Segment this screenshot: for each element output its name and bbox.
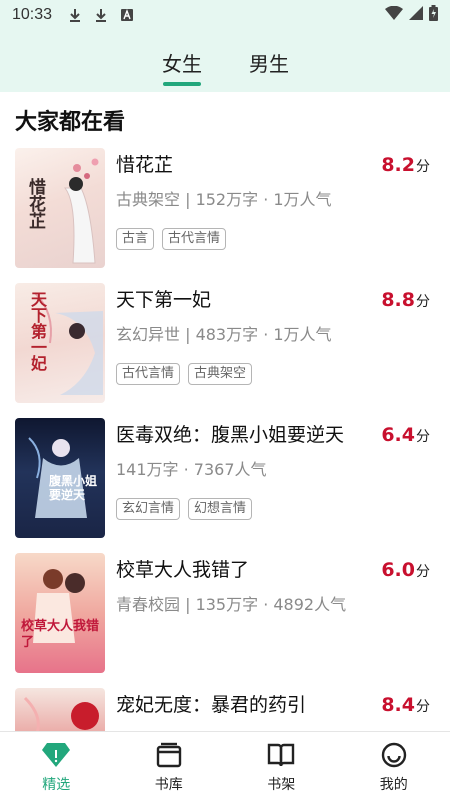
- book-cover: 校草大人我错了: [15, 553, 105, 673]
- book-item[interactable]: 惜花芷 惜花芷 古典架空 | 152万字 · 1万人气 古言 古代言情 8.2分: [0, 148, 450, 276]
- nav-bookshelf[interactable]: 书架: [225, 732, 338, 800]
- book-tag[interactable]: 玄幻言情: [116, 498, 181, 520]
- download-icon: [94, 7, 108, 23]
- score-unit: 分: [416, 159, 430, 175]
- book-open-icon: [266, 740, 296, 770]
- book-title: 校草大人我错了: [116, 559, 250, 581]
- score-unit: 分: [416, 564, 430, 580]
- keyboard-a-icon: [120, 7, 134, 23]
- book-score: 6.4分: [381, 424, 430, 446]
- nav-label: 精选: [42, 777, 71, 793]
- status-bar: 10:33: [0, 0, 450, 30]
- book-tag[interactable]: 古言: [116, 228, 155, 250]
- book-tag[interactable]: 古典架空: [188, 363, 253, 385]
- book-tag[interactable]: 幻想言情: [188, 498, 253, 520]
- book-score: 6.0分: [381, 559, 430, 581]
- tab-female[interactable]: 女生: [162, 48, 202, 77]
- nav-label: 我的: [379, 777, 408, 793]
- score-value: 8.8: [381, 289, 415, 311]
- score-unit: 分: [416, 294, 430, 310]
- cover-title: 校草大人我错了: [21, 619, 100, 650]
- book-tags: 古言 古代言情: [116, 228, 227, 250]
- book-cover: 腹黑小姐要逆天: [15, 418, 105, 538]
- nav-profile[interactable]: 我的: [338, 732, 450, 800]
- status-indicators: [385, 5, 438, 25]
- book-cover: [15, 688, 105, 731]
- tab-male[interactable]: 男生: [249, 48, 289, 77]
- section-title: 大家都在看: [15, 110, 126, 135]
- book-score: 8.2分: [381, 154, 430, 176]
- library-icon: [154, 740, 184, 770]
- score-unit: 分: [416, 429, 430, 445]
- gender-tabs: 女生 男生: [0, 30, 450, 92]
- active-tab-indicator: [163, 82, 201, 86]
- status-time: 10:33: [12, 6, 53, 23]
- wifi-icon: [385, 5, 403, 24]
- book-meta: 141万字 · 7367人气: [116, 460, 267, 479]
- book-item[interactable]: 宠妃无度：暴君的药引 8.4分: [0, 688, 450, 731]
- battery-icon: [429, 5, 438, 25]
- book-item[interactable]: 天下第一妃 天下第一妃 玄幻异世 | 483万字 · 1万人气 古代言情 古典架…: [0, 283, 450, 411]
- nav-featured[interactable]: 精选: [0, 732, 113, 800]
- book-title: 宠妃无度：暴君的药引: [116, 694, 307, 716]
- book-tags: 玄幻言情 幻想言情: [116, 498, 253, 520]
- book-cover: 惜花芷: [15, 148, 105, 268]
- score-value: 8.4: [381, 694, 415, 716]
- cover-title: 腹黑小姐要逆天: [49, 474, 98, 502]
- nav-label: 书库: [154, 777, 183, 793]
- book-title: 医毒双绝：腹黑小姐要逆天: [116, 424, 345, 446]
- score-value: 6.0: [381, 559, 415, 581]
- book-meta: 玄幻异世 | 483万字 · 1万人气: [116, 325, 332, 344]
- cover-title: 惜花芷: [25, 178, 45, 229]
- book-tag[interactable]: 古代言情: [162, 228, 227, 250]
- diamond-icon: [41, 740, 71, 770]
- nav-library[interactable]: 书库: [113, 732, 226, 800]
- book-score: 8.8分: [381, 289, 430, 311]
- book-title: 天下第一妃: [116, 289, 212, 311]
- download-icon: [68, 7, 82, 23]
- book-tag[interactable]: 古代言情: [116, 363, 181, 385]
- score-value: 6.4: [381, 424, 415, 446]
- book-item[interactable]: 腹黑小姐要逆天 医毒双绝：腹黑小姐要逆天 141万字 · 7367人气 玄幻言情…: [0, 418, 450, 546]
- book-score: 8.4分: [381, 694, 430, 716]
- book-item[interactable]: 校草大人我错了 校草大人我错了 青春校园 | 135万字 · 4892人气 6.…: [0, 553, 450, 681]
- bottom-nav: 精选 书库 书架 我的: [0, 731, 450, 800]
- smiley-icon: [379, 740, 409, 770]
- book-title: 惜花芷: [116, 154, 174, 176]
- book-meta: 青春校园 | 135万字 · 4892人气: [116, 595, 347, 614]
- book-meta: 古典架空 | 152万字 · 1万人气: [116, 190, 332, 209]
- signal-icon: [409, 6, 423, 24]
- book-cover: 天下第一妃: [15, 283, 105, 403]
- score-unit: 分: [416, 699, 430, 715]
- nav-label: 书架: [267, 777, 296, 793]
- score-value: 8.2: [381, 154, 415, 176]
- book-tags: 古代言情 古典架空: [116, 363, 253, 385]
- cover-title: 天下第一妃: [28, 291, 47, 371]
